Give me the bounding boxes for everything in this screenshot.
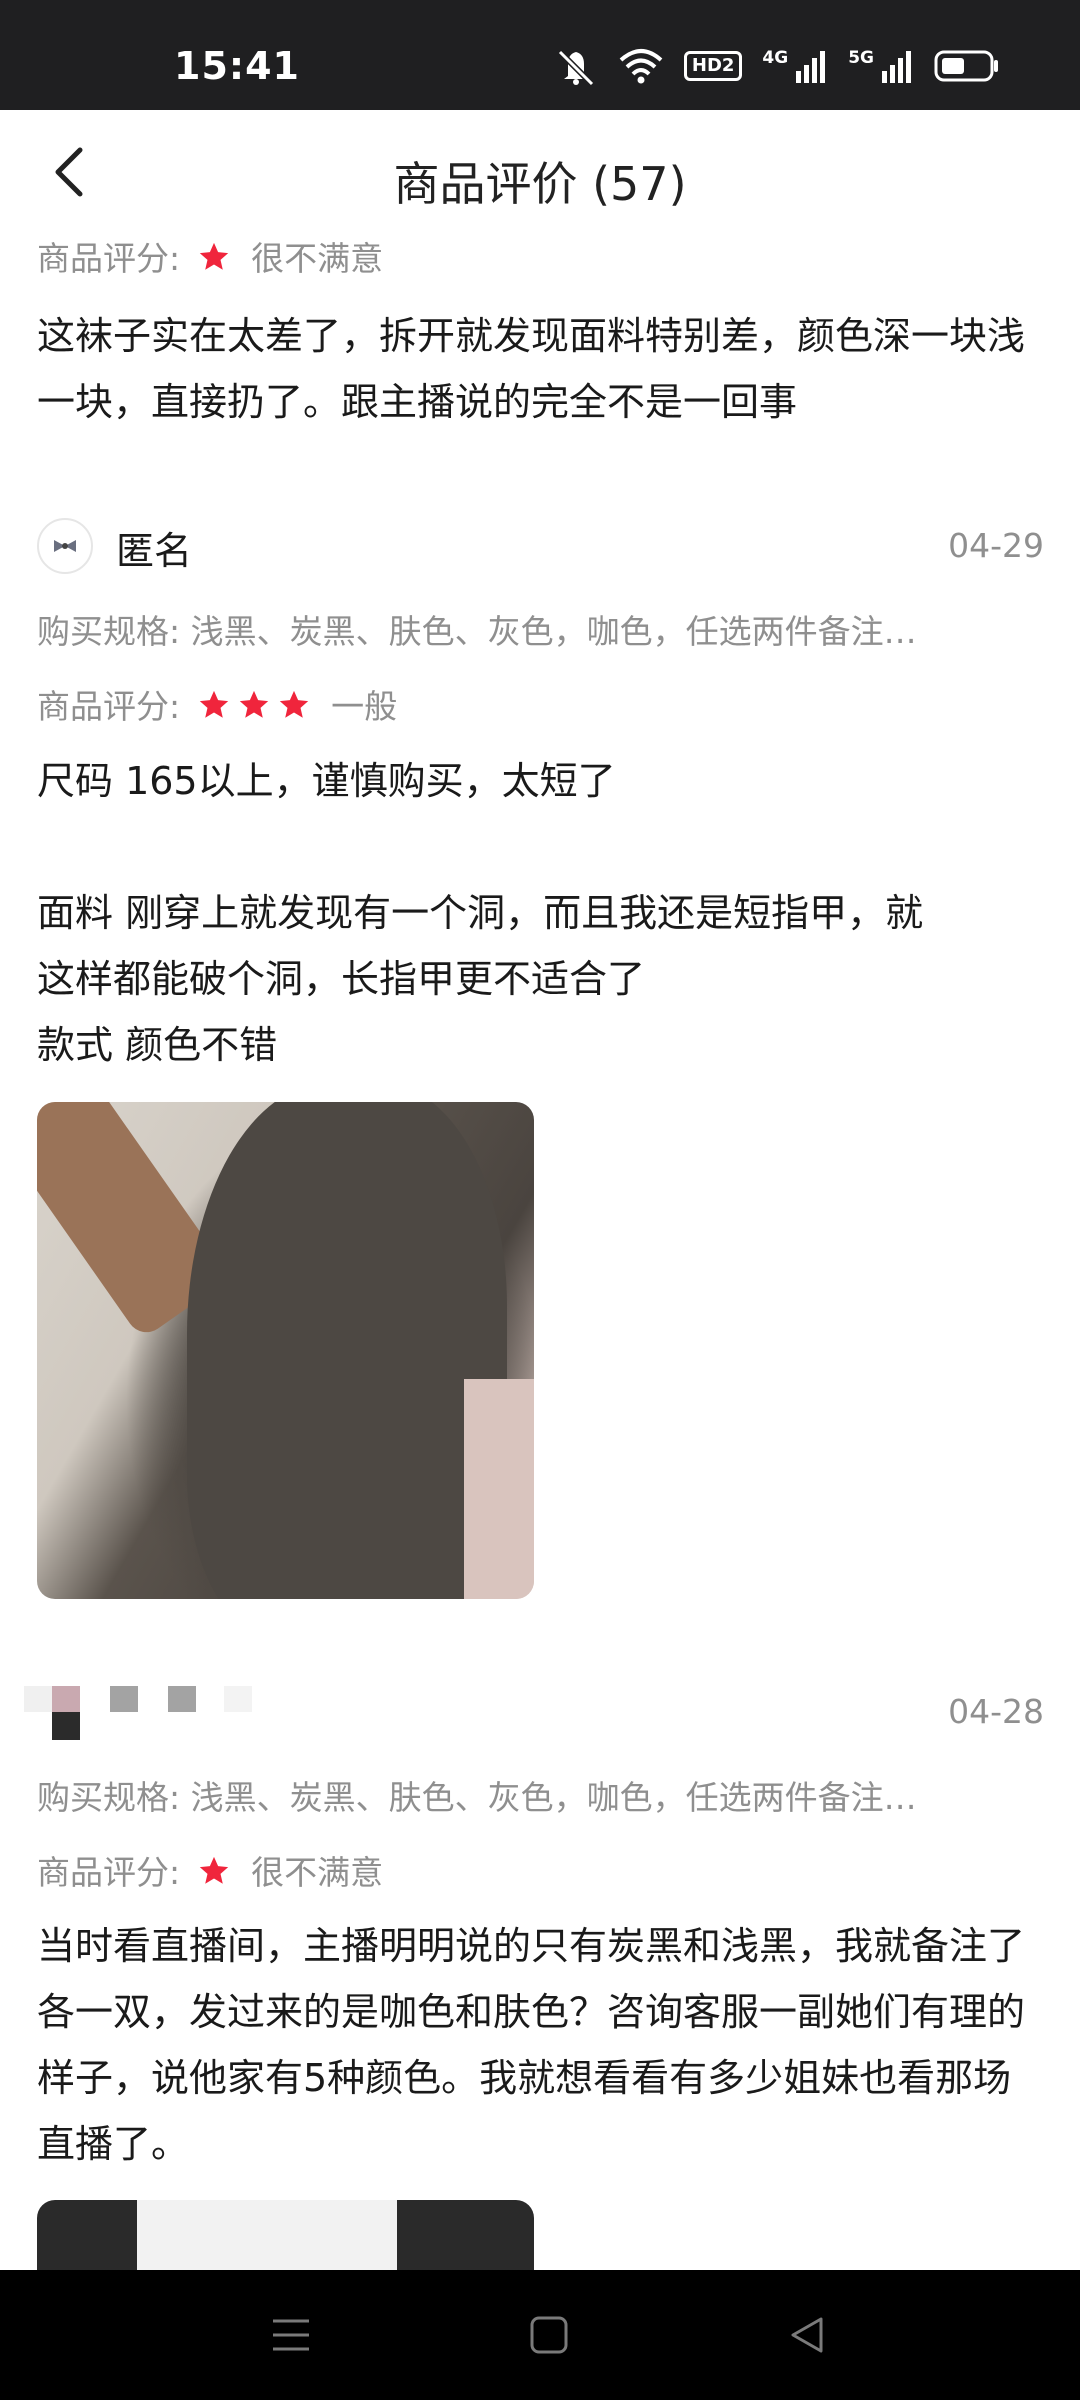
home-icon: [530, 2316, 568, 2354]
user-name[interactable]: 匿名: [116, 520, 192, 575]
review-photo[interactable]: [37, 1102, 534, 1599]
star-icon: [199, 242, 228, 270]
review-date: 04-29: [948, 526, 1044, 565]
rating-stars: [197, 1854, 231, 1888]
spec-label: 购买规格:: [37, 612, 181, 651]
star-icon: [279, 690, 308, 718]
menu-icon: [273, 2319, 309, 2351]
rating-text: 一般: [331, 687, 398, 726]
wifi-icon: [619, 49, 663, 84]
review-date: 04-28: [948, 1692, 1044, 1731]
bow-icon: [54, 540, 76, 552]
review-line: 尺码 165以上，谨慎购买，太短了: [37, 759, 616, 803]
spec-line: 购买规格: 浅黑、炭黑、肤色、灰色，咖色，任选两件备注…: [37, 605, 1017, 653]
back-triangle-icon: [791, 2317, 823, 2353]
system-nav-bar: [0, 2270, 1080, 2400]
mute-icon: [557, 49, 594, 86]
photo-detail: [464, 1379, 534, 1599]
spec-text: 浅黑、炭黑、肤色、灰色，咖色，任选两件备注…: [190, 612, 917, 651]
status-icons: HD2 4G 5G: [554, 46, 1000, 86]
system-back-button[interactable]: [772, 2305, 842, 2365]
star-icon: [199, 690, 228, 718]
rating-label: 商品评分:: [37, 1853, 181, 1892]
star-icon: [239, 690, 268, 718]
photo-detail: [187, 1102, 507, 1599]
menu-button[interactable]: [256, 2305, 326, 2365]
home-button[interactable]: [514, 2305, 584, 2365]
star-icon: [199, 1856, 228, 1884]
rating-line: 商品评分: 很不满意: [37, 1846, 1017, 1894]
photo-detail: [137, 2200, 397, 2270]
rating-label: 商品评分:: [37, 239, 181, 278]
net-5g-label: 5G: [848, 47, 874, 68]
review-photo[interactable]: [37, 2200, 534, 2270]
review-text: 这袜子实在太差了，拆开就发现面料特别差，颜色深一块浅一块，直接扔了。跟主播说的完…: [37, 314, 1026, 424]
rating-line: 商品评分: 一般: [37, 680, 1017, 728]
rating-text: 很不满意: [251, 1853, 384, 1892]
review-text: 当时看直播间，主播明明说的只有炭黑和浅黑，我就备注了各一双，发过来的是咖色和肤色…: [37, 1924, 1026, 2166]
spec-label: 购买规格:: [37, 1778, 181, 1817]
spec-line: 购买规格: 浅黑、炭黑、肤色、灰色，咖色，任选两件备注…: [37, 1771, 1017, 1819]
page-title: 商品评价 (57): [393, 157, 687, 211]
status-time: 15:41: [174, 44, 300, 88]
signal-4g-icon: [796, 51, 826, 83]
battery-icon: [934, 50, 998, 82]
net-4g-label: 4G: [762, 47, 789, 68]
rating-stars: [197, 688, 311, 722]
rating-text: 很不满意: [251, 239, 384, 278]
rating-stars: [197, 240, 231, 274]
signal-5g-icon: [882, 51, 911, 83]
review-line: 款式 颜色不错: [37, 1023, 278, 1067]
rating-label: 商品评分:: [37, 687, 181, 726]
review-line: 面料 刚穿上就发现有一个洞，而且我还是短指甲，就: [37, 891, 924, 935]
hd-icon: HD2: [683, 51, 743, 81]
user-name-pixelated[interactable]: [24, 1686, 264, 1746]
rating-line: 商品评分: 很不满意: [37, 232, 1017, 280]
review-text: 尺码 165以上，谨慎购买，太短了 面料 刚穿上就发现有一个洞，而且我还是短指甲…: [37, 748, 1047, 1078]
avatar[interactable]: [37, 518, 93, 574]
header: 商品评价 (57): [0, 110, 1080, 240]
spec-text: 浅黑、炭黑、肤色、灰色，咖色，任选两件备注…: [190, 1778, 917, 1817]
status-bar: 15:41 HD2 4G 5G: [0, 0, 1080, 110]
review-line: [37, 814, 1047, 880]
review-line: 这样都能破个洞，长指甲更不适合了: [37, 957, 646, 1001]
